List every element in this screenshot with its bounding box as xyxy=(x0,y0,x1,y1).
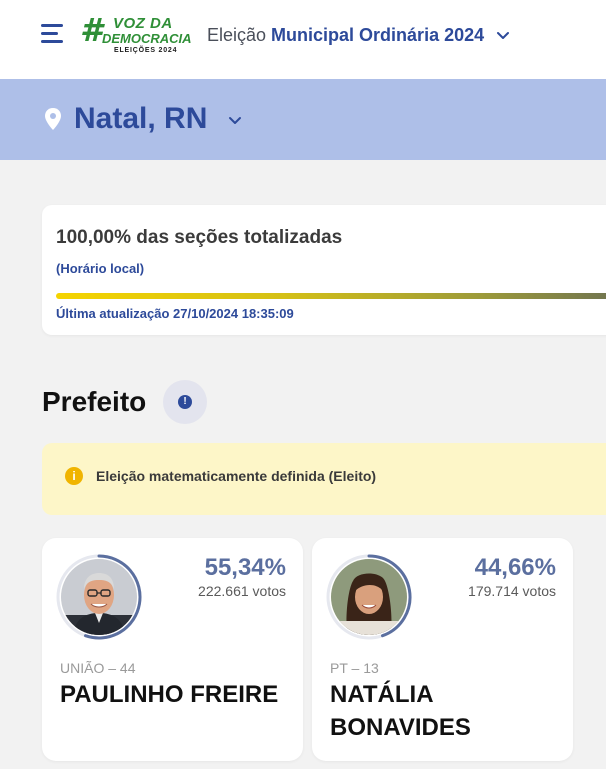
candidate-party: PT – 13 xyxy=(330,660,379,676)
totalization-progress-bar xyxy=(56,293,606,299)
election-prefix: Eleição xyxy=(207,24,267,45)
location-pin-icon xyxy=(45,108,61,130)
alert-text: Eleição matematicamente definida (Eleito… xyxy=(96,468,377,484)
race-title: Prefeito xyxy=(42,386,147,417)
candidate-name: PAULINHO FREIRE xyxy=(60,681,279,708)
local-time-note: (Horário local) xyxy=(56,261,145,276)
chevron-down-icon[interactable] xyxy=(227,112,243,128)
candidate-card[interactable]: 55,34% 222.661 votos UNIÃO – 44 PAULINHO… xyxy=(42,538,303,761)
candidate-votes: 222.661 votos xyxy=(198,583,286,599)
candidate-photo xyxy=(61,559,137,635)
candidate-name: NATÁLIA BONAVIDES xyxy=(330,681,471,741)
totalization-title: 100,00% das seções totalizadas xyxy=(56,227,343,248)
candidate-percent: 55,34% xyxy=(204,554,286,581)
race-info-button[interactable]: ! xyxy=(163,380,207,424)
candidate-percent: 44,66% xyxy=(474,554,556,581)
logo-hash: # xyxy=(80,11,103,49)
info-icon: i xyxy=(65,467,83,485)
location-band: Natal, RN xyxy=(0,79,606,160)
totalization-status-card: 100,00% das seções totalizadas (Horário … xyxy=(42,205,606,335)
exclamation-icon: ! xyxy=(178,395,192,409)
election-name: Municipal Ordinária 2024 xyxy=(271,24,485,45)
voz-da-democracia-logo[interactable]: # VOZ DA DEMOCRACIA ELEIÇÕES 2024 xyxy=(80,11,192,60)
top-bar: # VOZ DA DEMOCRACIA ELEIÇÕES 2024 Eleiçã… xyxy=(0,0,606,79)
race-status-alert: i Eleição matematicamente definida (Elei… xyxy=(42,443,606,515)
election-selector[interactable]: Eleição Municipal Ordinária 2024 xyxy=(207,22,510,48)
last-update: Última atualização 27/10/2024 18:35:09 xyxy=(56,306,294,321)
candidate-photo xyxy=(331,559,407,635)
logo-line1: VOZ DA xyxy=(113,15,173,32)
chevron-down-icon xyxy=(497,32,510,39)
logo-line2: DEMOCRACIA xyxy=(102,31,192,46)
candidate-card[interactable]: 44,66% 179.714 votos PT – 13 NATÁLIA BON… xyxy=(312,538,573,761)
hamburger-menu-icon[interactable] xyxy=(41,24,65,44)
logo-line3: ELEIÇÕES 2024 xyxy=(114,47,178,54)
candidate-votes: 179.714 votos xyxy=(468,583,556,599)
city-selector[interactable]: Natal, RN xyxy=(74,100,207,138)
candidate-party: UNIÃO – 44 xyxy=(60,660,136,676)
